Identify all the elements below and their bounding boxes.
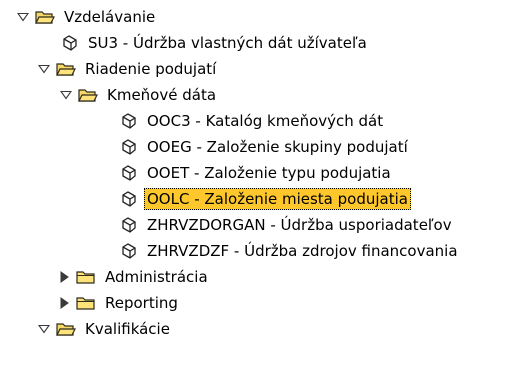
- tree-node-label[interactable]: Reporting: [102, 292, 181, 314]
- tree-node-su3[interactable]: SU3 - Údržba vlastných dát užívateľa: [58, 30, 370, 56]
- tree-node-label[interactable]: ZHRVZDORGAN - Údržba usporiadateľov: [144, 214, 455, 236]
- expand-triangle-icon[interactable]: [57, 296, 71, 310]
- tree-node-ooeg[interactable]: OOEG - Založenie skupiny podujatí: [117, 134, 411, 160]
- tree-node-reporting[interactable]: Reporting: [57, 290, 181, 316]
- tree-node-riadenie-podujati[interactable]: Riadenie podujatí: [37, 56, 219, 82]
- closed-folder-icon: [75, 268, 97, 286]
- tree-node-label[interactable]: OOET - Založenie typu podujatia: [144, 162, 394, 184]
- transaction-icon: [117, 138, 139, 156]
- tree-node-label[interactable]: ZHRVZDZF - Údržba zdrojov financovania: [144, 240, 461, 262]
- tree-node-label[interactable]: Kmeňové dáta: [104, 84, 219, 106]
- collapse-triangle-icon[interactable]: [16, 10, 30, 24]
- open-folder-icon: [55, 60, 77, 78]
- open-folder-icon: [77, 86, 99, 104]
- open-folder-icon: [34, 8, 56, 26]
- tree-node-label[interactable]: Administrácia: [102, 266, 211, 288]
- collapse-triangle-icon[interactable]: [37, 62, 51, 76]
- tree-node-vzdelavanie[interactable]: Vzdelávanie: [16, 4, 158, 30]
- tree-node-label[interactable]: OOLC - Založenie miesta podujatia: [144, 188, 411, 210]
- tree-node-oolc-selected[interactable]: OOLC - Založenie miesta podujatia: [117, 186, 411, 212]
- collapse-triangle-icon[interactable]: [37, 322, 51, 336]
- tree-node-kvalifikacie[interactable]: Kvalifikácie: [37, 316, 173, 342]
- transaction-icon: [117, 112, 139, 130]
- transaction-icon: [58, 34, 80, 52]
- transaction-icon: [117, 164, 139, 182]
- tree-node-label[interactable]: Vzdelávanie: [61, 6, 158, 28]
- transaction-icon: [117, 242, 139, 260]
- tree-node-ooc3[interactable]: OOC3 - Katalóg kmeňových dát: [117, 108, 386, 134]
- tree-node-zhrvzdzf[interactable]: ZHRVZDZF - Údržba zdrojov financovania: [117, 238, 461, 264]
- collapse-triangle-icon[interactable]: [59, 88, 73, 102]
- transaction-icon: [117, 190, 139, 208]
- tree-node-ooet[interactable]: OOET - Založenie typu podujatia: [117, 160, 394, 186]
- tree-node-label[interactable]: OOC3 - Katalóg kmeňových dát: [144, 110, 386, 132]
- open-folder-icon: [55, 320, 77, 338]
- closed-folder-icon: [75, 294, 97, 312]
- tree-node-administracia[interactable]: Administrácia: [57, 264, 211, 290]
- tree-node-label[interactable]: OOEG - Založenie skupiny podujatí: [144, 136, 411, 158]
- tree-node-zhrvzdorgan[interactable]: ZHRVZDORGAN - Údržba usporiadateľov: [117, 212, 455, 238]
- tree-node-label[interactable]: SU3 - Údržba vlastných dát užívateľa: [85, 32, 370, 54]
- tree-node-label[interactable]: Kvalifikácie: [82, 318, 173, 340]
- menu-tree: { "colors": { "selected_bg": "#fec82c", …: [0, 0, 525, 382]
- tree-node-kmenove-data[interactable]: Kmeňové dáta: [59, 82, 219, 108]
- transaction-icon: [117, 216, 139, 234]
- expand-triangle-icon[interactable]: [57, 270, 71, 284]
- tree-node-label[interactable]: Riadenie podujatí: [82, 58, 219, 80]
